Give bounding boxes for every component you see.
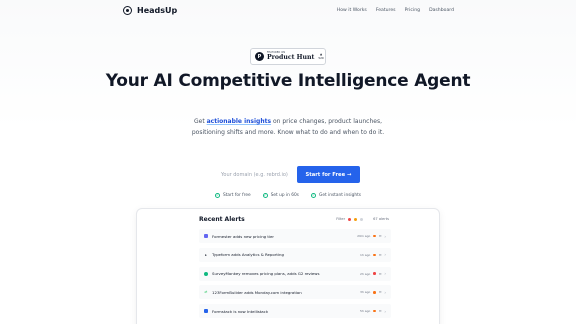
alert-icon: ▸ [205, 252, 207, 257]
alert-filters: Filter 67 alerts [336, 217, 389, 221]
chevron-right-icon[interactable]: › [384, 309, 386, 314]
alert-time: 1h ago [360, 252, 371, 257]
bookmark-icon[interactable]: ✉ [379, 253, 382, 257]
chevron-right-icon[interactable]: › [384, 290, 386, 295]
severity-dot [373, 291, 376, 294]
brand-logo[interactable]: HeadsUp [123, 6, 177, 15]
feature-item: ✓ Set up in 60s [262, 193, 299, 198]
filter-red-dot[interactable] [348, 217, 352, 221]
alert-time: 5h ago [360, 309, 371, 314]
bookmark-icon[interactable]: ✉ [379, 290, 382, 294]
alert-text: Formstack is now Intellistack [212, 308, 269, 314]
list-item[interactable]: Formester adds new pricing tier 29m ago … [199, 229, 391, 243]
start-for-free-button[interactable]: Start for Free → [297, 166, 360, 183]
chevron-right-icon[interactable]: › [384, 252, 386, 257]
ph-vote-count: 520 [318, 55, 324, 60]
hero-subtitle: Get actionable insights on price changes… [190, 117, 386, 138]
nav-link-how-it-works[interactable]: How it Works [337, 8, 367, 13]
brand-name: HeadsUp [137, 6, 178, 15]
check-circle-icon: ✓ [215, 193, 220, 198]
severity-dot [373, 309, 376, 313]
alert-icon [204, 309, 208, 314]
alert-text: Typeform adds Analytics & Reporting [212, 252, 284, 258]
logo-icon [123, 6, 132, 15]
nav-link-features[interactable]: Features [376, 8, 396, 13]
list-item[interactable]: SurveyMonkey removes pricing plans, adds… [199, 266, 391, 281]
product-hunt-icon: P [255, 52, 264, 61]
dashboard-preview: Recent Alerts Filter 67 alerts Formester… [136, 208, 440, 324]
chevron-right-icon[interactable]: › [384, 234, 386, 239]
filter-amber-dot[interactable] [354, 217, 358, 221]
check-circle-icon: ✓ [311, 193, 316, 198]
alert-text: SurveyMonkey removes pricing plans, adds… [212, 271, 320, 277]
list-item[interactable]: Formstack is now Intellistack 5h ago ✉ › [199, 304, 391, 319]
bookmark-icon[interactable]: ✉ [379, 272, 382, 276]
recent-alerts-title: Recent Alerts [199, 216, 245, 223]
hero-title: Your AI Competitive Intelligence Agent [105, 71, 471, 91]
feature-item: ✓ Start for free [215, 193, 251, 198]
start-button-label: Start for Free [305, 171, 346, 178]
nav-link-dashboard[interactable]: Dashboard [429, 8, 454, 13]
filter-label[interactable]: Filter [336, 217, 345, 221]
feature-label: Start for free [223, 193, 251, 198]
feature-label: Set up in 60s [270, 193, 299, 198]
alert-count: 67 alerts [373, 217, 389, 221]
hero-sub-highlight: actionable insights [206, 118, 272, 125]
severity-dot [373, 253, 376, 257]
list-item[interactable]: ⇄ 123FormBuilder adds Monday.com integra… [199, 285, 391, 300]
ph-votes: ▲ 520 [318, 53, 323, 59]
product-hunt-badge[interactable]: P FEATURED ON Product Hunt ▲ 520 [250, 48, 326, 65]
feature-label: Get instant insights [319, 193, 361, 198]
hero-sub-prefix: Get [194, 118, 207, 125]
nav-links: How it Works Features Pricing Dashboard [337, 8, 454, 13]
check-circle-icon: ✓ [262, 193, 268, 198]
domain-input[interactable] [213, 166, 295, 183]
arrow-right-icon: → [347, 171, 352, 178]
alert-time: 29m ago [357, 234, 371, 238]
top-nav: HeadsUp How it Works Features Pricing Da… [0, 0, 576, 24]
nav-link-pricing[interactable]: Pricing [405, 8, 420, 13]
alert-text: 123FormBuilder adds Monday.com integrati… [212, 289, 302, 295]
bookmark-icon[interactable]: ✉ [379, 234, 382, 238]
feature-list: ✓ Start for free ✓ Set up in 60s ✓ Get i… [215, 193, 361, 198]
alert-time: 2h ago [360, 271, 371, 276]
list-item[interactable]: ▸ Typeform adds Analytics & Reporting 1h… [199, 247, 391, 262]
chevron-right-icon[interactable]: › [384, 271, 386, 276]
alert-time: 3h ago [360, 290, 371, 295]
alert-icon [204, 271, 208, 276]
ph-name: Product Hunt [267, 53, 315, 61]
filter-gray-dot[interactable] [360, 217, 364, 221]
bookmark-icon[interactable]: ✉ [379, 309, 382, 313]
alert-text: Formester adds new pricing tier [212, 233, 274, 239]
alert-icon [204, 234, 208, 238]
severity-dot [373, 234, 376, 238]
feature-item: ✓ Get instant insights [311, 193, 361, 198]
alert-icon: ⇄ [204, 290, 208, 295]
severity-dot [373, 272, 376, 275]
alert-list: Formester adds new pricing tier 29m ago … [199, 229, 391, 323]
